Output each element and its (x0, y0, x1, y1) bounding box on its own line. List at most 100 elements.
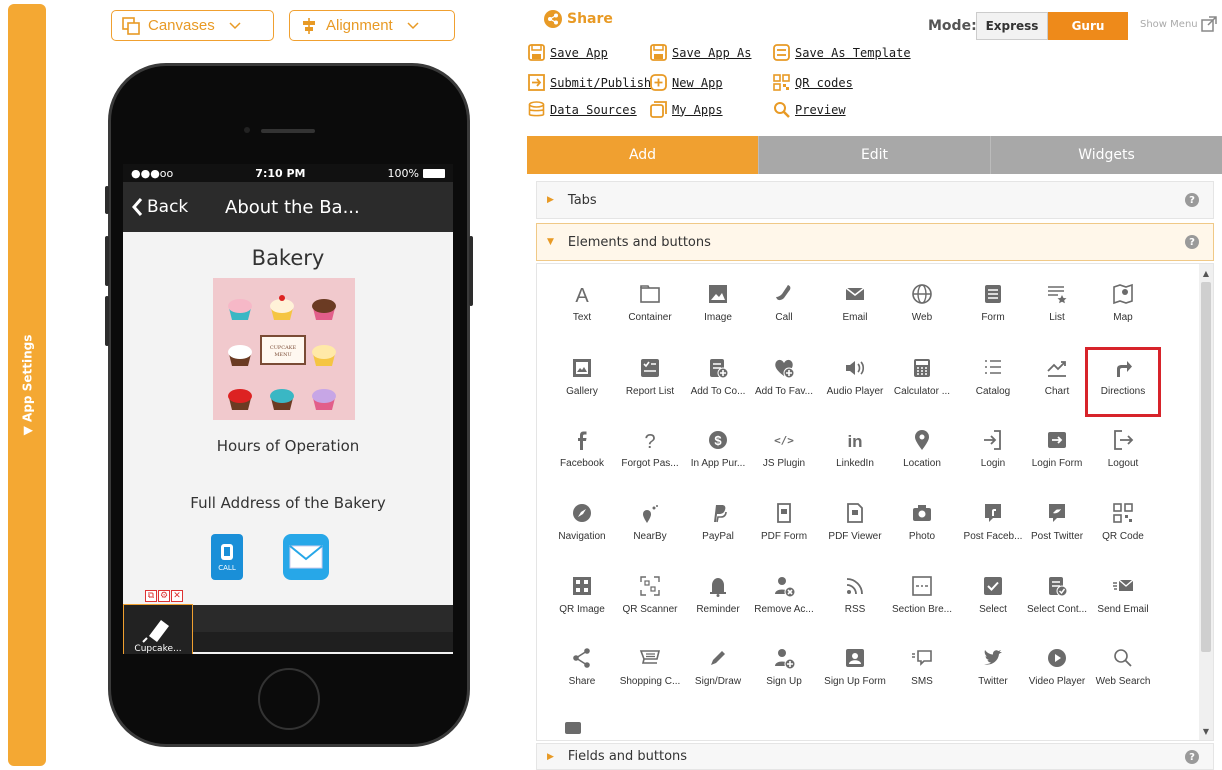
widget-section-bre[interactable]: Section Bre... (887, 568, 957, 632)
widget-login[interactable]: Login (958, 422, 1028, 486)
widget-report-list[interactable]: Report List (615, 350, 685, 414)
widget-web-search[interactable]: Web Search (1088, 640, 1158, 704)
bakery-heading[interactable]: Bakery (123, 246, 453, 270)
close-icon[interactable]: ✕ (171, 590, 183, 602)
widget-linkedin[interactable]: in LinkedIn (820, 422, 890, 486)
settings-icon[interactable]: ⚙ (158, 590, 170, 602)
new-app-link[interactable]: New App (650, 74, 723, 91)
email-button[interactable] (283, 534, 329, 580)
widget-login-form[interactable]: Login Form (1022, 422, 1092, 486)
widget-form[interactable]: Form (958, 276, 1028, 340)
widget-catalog[interactable]: Catalog (958, 350, 1028, 414)
widget-sign-up-form[interactable]: Sign Up Form (820, 640, 890, 704)
data-sources-link[interactable]: Data Sources (528, 101, 637, 118)
widget-text[interactable]: A Text (547, 276, 617, 340)
help-icon[interactable]: ? (1185, 235, 1199, 249)
cupcake-image[interactable]: CUPCAKE MENU (213, 278, 355, 420)
widget-qr-image[interactable]: QR Image (547, 568, 617, 632)
widget-share[interactable]: Share (547, 640, 617, 704)
widget-grid-scrollbar[interactable]: ▲ ▼ (1199, 264, 1213, 740)
widget-post-twitter[interactable]: Post Twitter (1022, 495, 1092, 559)
widget-map[interactable]: Map (1088, 276, 1158, 340)
scrollbar-thumb[interactable] (1201, 282, 1211, 652)
show-menu-link[interactable]: Show Menu (1140, 16, 1217, 32)
section-fields-and-buttons[interactable]: ▶ Fields and buttons ? (536, 743, 1214, 770)
widget-chart[interactable]: Chart (1022, 350, 1092, 414)
widget-shopping-c[interactable]: Shopping C... (615, 640, 685, 704)
widget-in-app-pur[interactable]: $ In App Pur... (683, 422, 753, 486)
widget-gallery[interactable]: Gallery (547, 350, 617, 414)
help-icon[interactable]: ? (1185, 193, 1199, 207)
audio-player-icon (843, 350, 867, 386)
widget-directions[interactable]: Directions (1085, 347, 1161, 417)
widget-twitter[interactable]: Twitter (958, 640, 1028, 704)
widget-container[interactable]: Container (615, 276, 685, 340)
widget-video-player[interactable]: Video Player (1022, 640, 1092, 704)
widget-navigation[interactable]: Navigation (547, 495, 617, 559)
widget-add-to-co[interactable]: Add To Co... (683, 350, 753, 414)
widget-send-email[interactable]: Send Email (1088, 568, 1158, 632)
widget-photo[interactable]: Photo (887, 495, 957, 559)
share-button[interactable]: Share (544, 10, 613, 28)
widget-label: In App Pur... (690, 458, 746, 469)
widget-nearby[interactable]: NearBy (615, 495, 685, 559)
save-app-as-link[interactable]: Save App As (650, 44, 751, 61)
preview-link[interactable]: Preview (773, 101, 846, 118)
submit-publish-link[interactable]: Submit/Publish (528, 74, 651, 91)
widget-forgot-pas[interactable]: ? Forgot Pas... (615, 422, 685, 486)
call-button[interactable]: CALL (211, 534, 243, 580)
mode-guru-button[interactable]: Guru (1048, 12, 1128, 40)
hours-text[interactable]: Hours of Operation (123, 437, 453, 455)
widget-call[interactable]: Call (749, 276, 819, 340)
widget-js-plugin[interactable]: </> JS Plugin (749, 422, 819, 486)
help-icon[interactable]: ? (1185, 750, 1199, 764)
canvases-dropdown[interactable]: Canvases (111, 10, 274, 41)
widget-qr-code[interactable]: QR Code (1088, 495, 1158, 559)
widget-email[interactable]: Email (820, 276, 890, 340)
save-as-template-link[interactable]: Save As Template (773, 44, 911, 61)
tab-add[interactable]: Add (527, 136, 758, 174)
tab-edit[interactable]: Edit (758, 136, 991, 174)
widget-list[interactable]: List (1022, 276, 1092, 340)
widget-sign-draw[interactable]: Sign/Draw (683, 640, 753, 704)
widget-qr-scanner[interactable]: QR Scanner (615, 568, 685, 632)
web-search-icon (1111, 640, 1135, 676)
widget-image[interactable]: Image (683, 276, 753, 340)
widget-post-faceb[interactable]: Post Faceb... (958, 495, 1028, 559)
widget-sign-up[interactable]: Sign Up (749, 640, 819, 704)
tab-item-cupcake[interactable]: Cupcake... (123, 604, 193, 654)
widget-rss[interactable]: RSS (820, 568, 890, 632)
widget-select[interactable]: Select (958, 568, 1028, 632)
alignment-dropdown[interactable]: Alignment (289, 10, 455, 41)
widget-sms[interactable]: SMS (887, 640, 957, 704)
section-elements-label: Elements and buttons (567, 234, 711, 250)
section-tabs[interactable]: ▶ Tabs ? (536, 181, 1214, 219)
widget-audio-player[interactable]: Audio Player (820, 350, 890, 414)
tab-widgets[interactable]: Widgets (991, 136, 1222, 174)
section-elements-and-buttons[interactable]: ▼ Elements and buttons ? (536, 223, 1214, 261)
widget-add-to-fav[interactable]: Add To Fav... (749, 350, 819, 414)
app-settings-tab[interactable]: ▼ App Settings (8, 4, 46, 766)
widget-pdf-viewer[interactable]: PDF Viewer (820, 495, 890, 559)
save-app-link[interactable]: Save App (528, 44, 608, 61)
video-widget-icon-partial[interactable] (565, 722, 581, 734)
widget-paypal[interactable]: PayPal (683, 495, 753, 559)
widget-pdf-form[interactable]: PDF Form (749, 495, 819, 559)
address-text[interactable]: Full Address of the Bakery (123, 494, 453, 512)
scroll-down-icon[interactable]: ▼ (1199, 724, 1213, 738)
widget-facebook[interactable]: Facebook (547, 422, 617, 486)
copy-icon[interactable]: ⧉ (145, 590, 157, 602)
template-icon (773, 44, 790, 61)
scroll-up-icon[interactable]: ▲ (1199, 266, 1213, 280)
widget-remove-ac[interactable]: Remove Ac... (749, 568, 819, 632)
widget-select-cont[interactable]: Select Cont... (1022, 568, 1092, 632)
widget-reminder[interactable]: Reminder (683, 568, 753, 632)
widget-web[interactable]: Web (887, 276, 957, 340)
widget-location[interactable]: Location (887, 422, 957, 486)
mode-express-button[interactable]: Express (976, 12, 1048, 40)
qr-codes-link[interactable]: QR codes (773, 74, 853, 91)
widget-logout[interactable]: Logout (1088, 422, 1158, 486)
my-apps-link[interactable]: My Apps (650, 101, 723, 118)
back-button[interactable]: Back (123, 197, 225, 217)
widget-calculator[interactable]: Calculator ... (887, 350, 957, 414)
